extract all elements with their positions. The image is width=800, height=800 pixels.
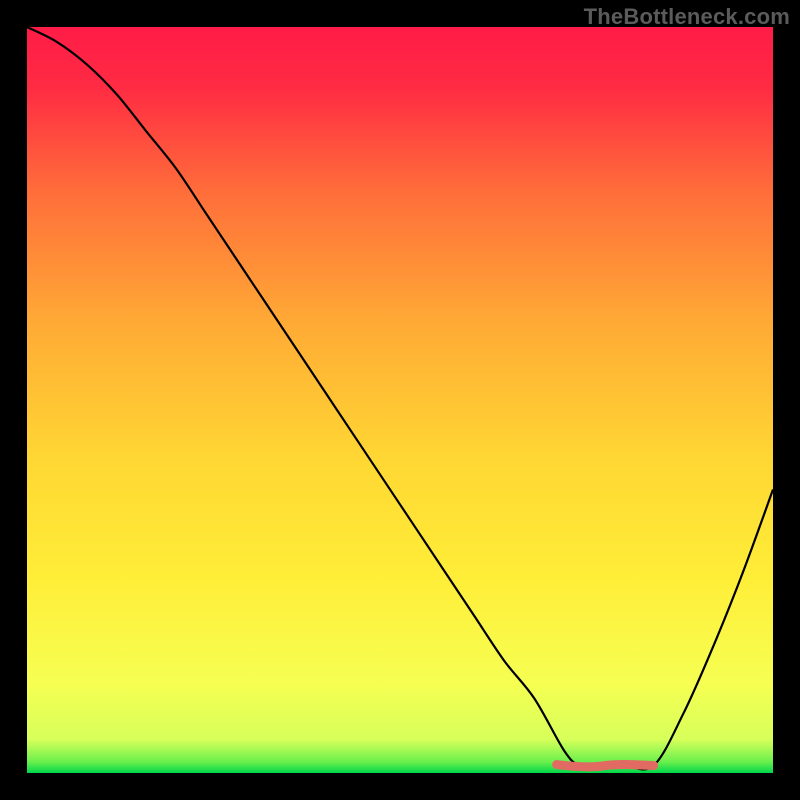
watermark-text: TheBottleneck.com — [584, 4, 790, 30]
gradient-background — [27, 27, 773, 773]
optimal-range-highlight — [557, 765, 654, 767]
bottleneck-chart — [27, 27, 773, 773]
chart-frame — [27, 27, 773, 773]
